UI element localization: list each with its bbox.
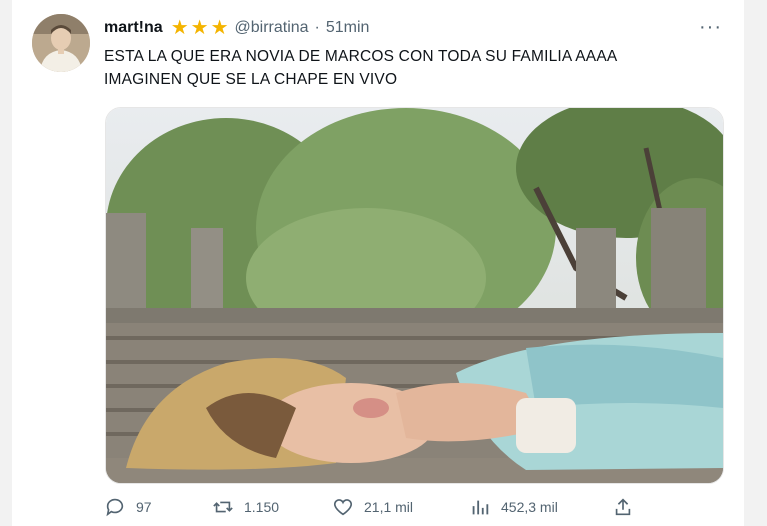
- star-badges: ★ ★ ★: [171, 18, 229, 38]
- retweet-button[interactable]: 1.150: [212, 496, 279, 518]
- reply-button[interactable]: 97: [104, 496, 152, 518]
- retweet-count: 1.150: [244, 499, 280, 515]
- tweet-text-line: IMAGINEN QUE SE LA CHAPE EN VIVO: [104, 71, 398, 88]
- tweet-media-image[interactable]: [105, 107, 724, 484]
- share-button[interactable]: [612, 496, 634, 518]
- views-button[interactable]: 452,3 mil: [469, 496, 558, 518]
- tweet-text: ESTA LA QUE ERA NOVIA DE MARCOS CON TODA…: [104, 45, 724, 91]
- tweet-card: mart!na ★ ★ ★ @birratina · 51min ··· EST…: [12, 0, 744, 526]
- media-photo: [106, 108, 723, 483]
- star-icon: ★: [190, 17, 209, 39]
- user-handle[interactable]: @birratina: [235, 19, 309, 37]
- star-icon: ★: [170, 17, 189, 39]
- display-name[interactable]: mart!na: [104, 19, 163, 37]
- more-options-icon[interactable]: ···: [699, 16, 722, 39]
- retweet-icon: [213, 501, 233, 513]
- tweet-text-line: ESTA LA QUE ERA NOVIA DE MARCOS CON TODA…: [104, 48, 618, 65]
- reply-icon: [106, 498, 124, 517]
- avatar[interactable]: [32, 14, 90, 72]
- tweet-header: mart!na ★ ★ ★ @birratina · 51min: [104, 17, 369, 39]
- views-chart-icon: [472, 500, 489, 515]
- like-count: 21,1 mil: [364, 499, 414, 515]
- timestamp[interactable]: 51min: [326, 19, 370, 37]
- view-count: 452,3 mil: [501, 499, 558, 515]
- share-icon: [615, 498, 631, 516]
- separator-dot: ·: [314, 19, 320, 36]
- like-button[interactable]: 21,1 mil: [332, 496, 413, 518]
- star-icon: ★: [210, 17, 229, 39]
- reply-count: 97: [136, 499, 152, 515]
- avatar-image: [32, 14, 90, 72]
- tweet-actions: 97 1.150 21,1 mil 452,3 mil: [104, 496, 734, 522]
- heart-icon: [333, 499, 353, 516]
